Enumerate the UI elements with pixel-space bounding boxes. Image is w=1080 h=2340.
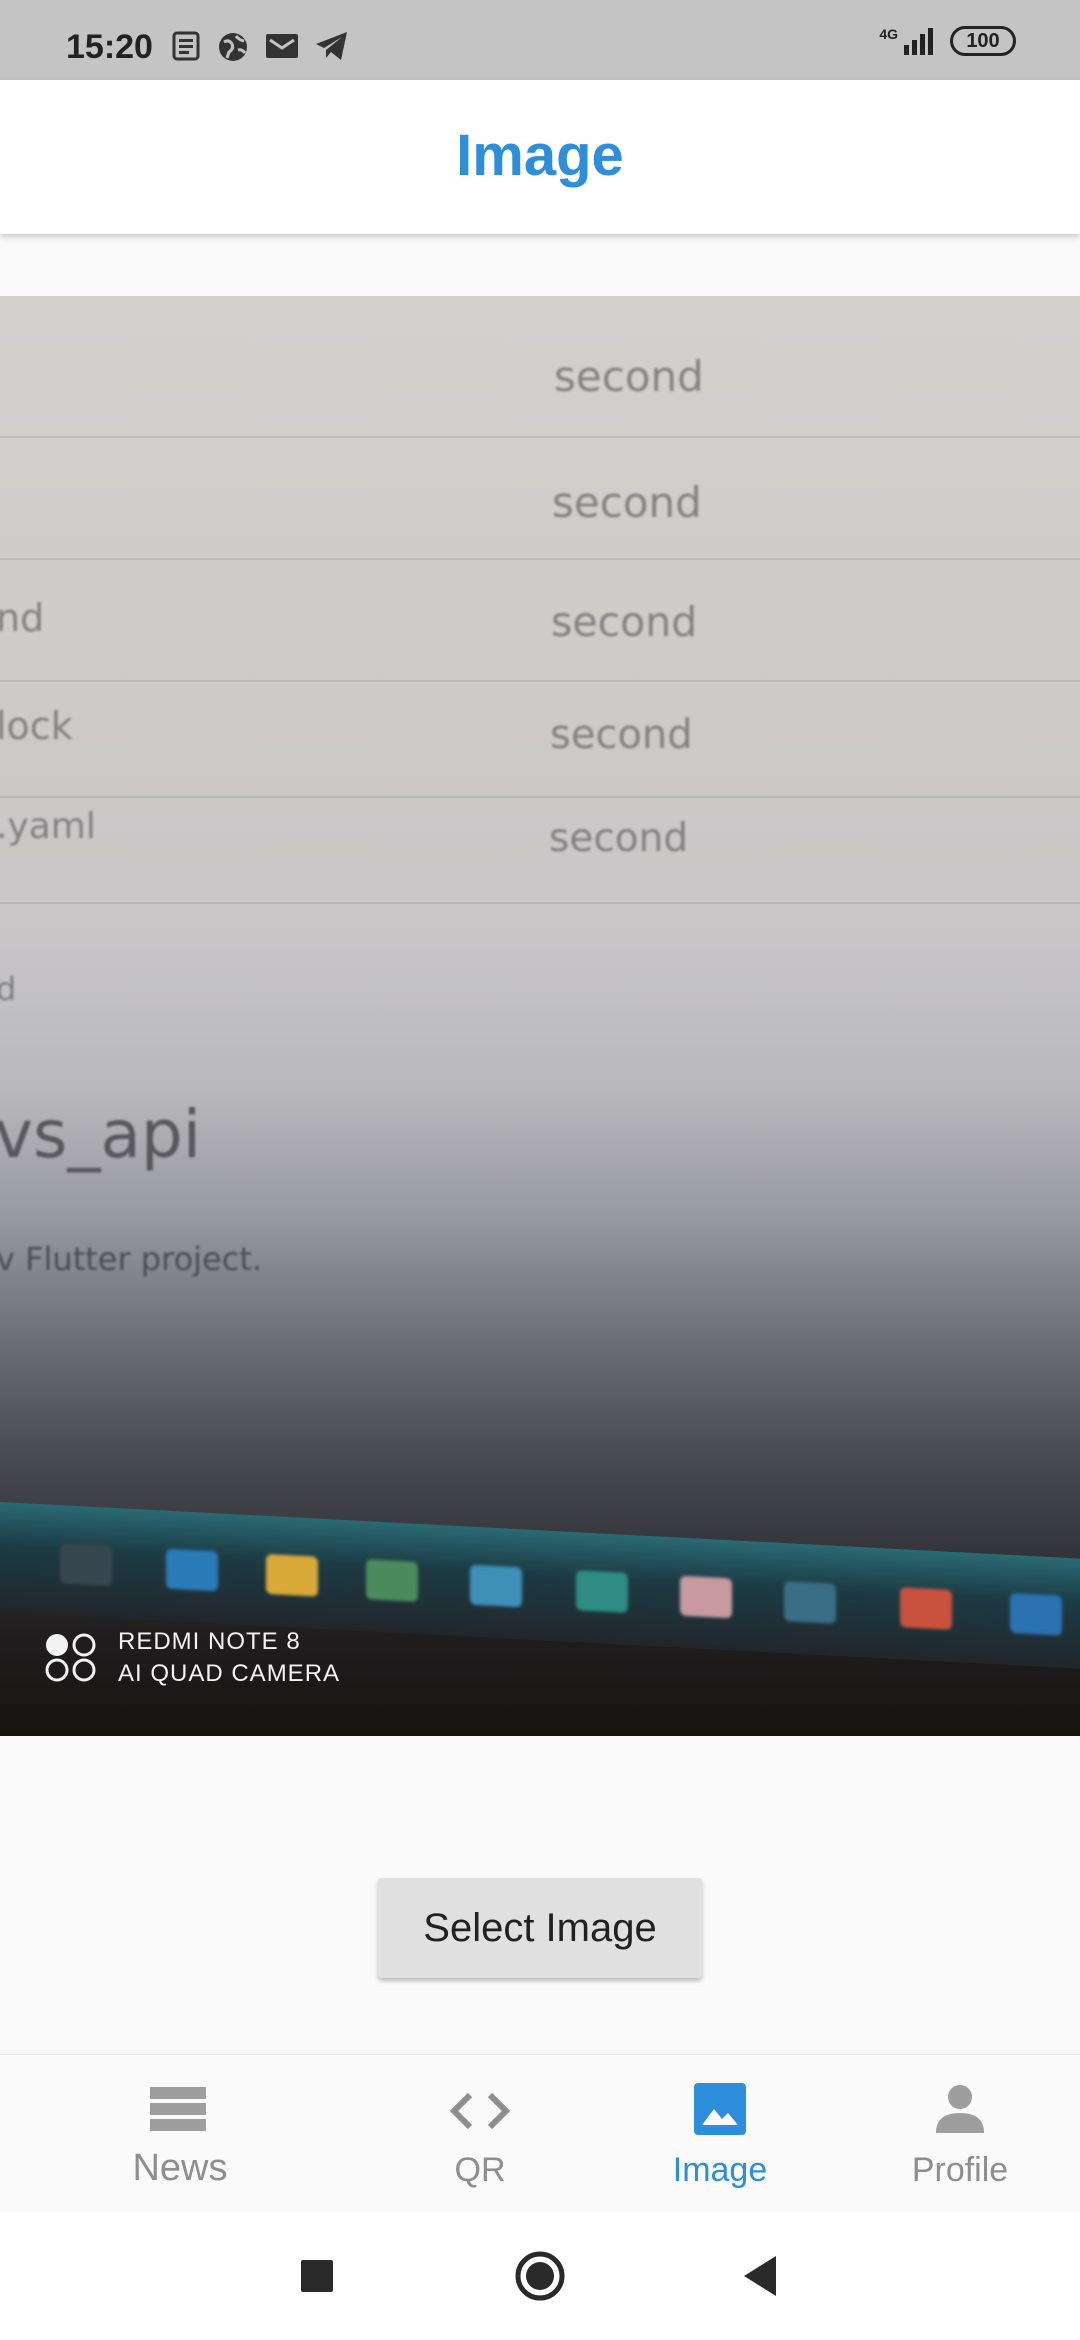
image-icon: [694, 2083, 746, 2135]
nav-label-news: News: [132, 2147, 228, 2189]
taskbar-icon: [266, 1553, 318, 1597]
mail-icon: [264, 30, 300, 69]
photo-line: [0, 436, 1080, 438]
watermark-line-2: AI QUAD CAMERA: [118, 1660, 341, 1687]
nav-label-image: Image: [672, 2151, 768, 2189]
taskbar-icon: [60, 1543, 112, 1586]
photo-text: nd: [0, 596, 45, 640]
bottom-navigation: News QR Image Profile: [0, 2054, 1080, 2212]
nav-label-qr: QR: [454, 2151, 506, 2189]
photo-text: d: [0, 970, 17, 1008]
watermark-text: REDMI NOTE 8 AI QUAD CAMERA: [118, 1626, 340, 1690]
photo-text: .yaml: [0, 806, 96, 847]
app-bar: Image: [0, 80, 1080, 234]
signal-indicator: 4G: [879, 27, 936, 55]
person-icon: [936, 2085, 984, 2133]
photo-text: lock: [0, 704, 73, 748]
selected-image: second second second second second nd lo…: [0, 296, 1080, 1736]
news-icon: [150, 2087, 206, 2131]
camera-watermark: REDMI NOTE 8 AI QUAD CAMERA: [44, 1626, 340, 1690]
back-icon[interactable]: [740, 2250, 780, 2300]
taskbar-icon: [784, 1581, 836, 1624]
system-navigation: [0, 2212, 1080, 2340]
taskbar-icon: [900, 1587, 952, 1630]
watermark-line-1: REDMI NOTE 8: [118, 1628, 301, 1655]
photo-text: second: [550, 712, 693, 758]
nav-item-qr[interactable]: QR: [360, 2055, 600, 2213]
recents-icon[interactable]: [298, 2250, 336, 2300]
status-bar: 15:20 4G 100: [0, 0, 1080, 80]
notification-icons: [170, 30, 350, 69]
photo-text: v Flutter project.: [0, 1240, 263, 1278]
photo-text: second: [552, 478, 702, 527]
select-image-button[interactable]: Select Image: [378, 1878, 702, 1978]
camera-logo-icon: [45, 1633, 96, 1682]
taskbar-icon: [366, 1559, 418, 1602]
taskbar-icon: [166, 1548, 218, 1592]
photo-text: second: [554, 352, 704, 401]
taskbar-icon: [680, 1575, 732, 1619]
taskbar-icon: [576, 1570, 628, 1613]
signal-icon: [904, 28, 933, 55]
photo-line: [0, 796, 1080, 798]
photo-text: second: [551, 598, 698, 646]
nav-label-profile: Profile: [911, 2151, 1009, 2189]
taskbar-icon: [1010, 1592, 1062, 1636]
code-icon: [449, 2092, 511, 2130]
home-icon[interactable]: [512, 2250, 568, 2306]
telegram-icon: [314, 30, 350, 69]
photo-text: second: [549, 816, 689, 861]
photo-line: [0, 558, 1080, 560]
network-type: 4G: [879, 26, 898, 42]
photo-line: [0, 680, 1080, 682]
status-time: 15:20: [66, 28, 153, 66]
nav-item-image[interactable]: Image: [600, 2055, 840, 2213]
taskbar-icon: [470, 1564, 522, 1608]
photo-line: [0, 902, 1080, 904]
nav-item-profile[interactable]: Profile: [840, 2055, 1080, 2213]
globe-icon: [216, 30, 250, 69]
photo-text: vs_api: [0, 1096, 202, 1173]
status-right: 4G 100: [879, 26, 1016, 56]
page-title: Image: [456, 123, 624, 188]
battery-indicator: 100: [950, 26, 1016, 56]
news-icon: [170, 30, 202, 69]
nav-item-news[interactable]: News: [60, 2055, 300, 2213]
